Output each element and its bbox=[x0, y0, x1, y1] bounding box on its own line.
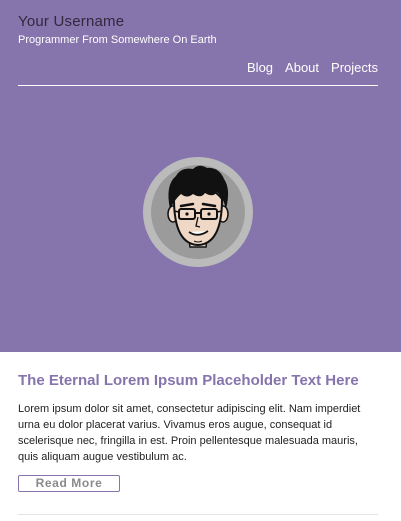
avatar bbox=[143, 157, 253, 267]
post-divider bbox=[18, 514, 378, 515]
nav-item-blog[interactable]: Blog bbox=[247, 60, 273, 75]
nav-item-projects[interactable]: Projects bbox=[331, 60, 378, 75]
nav-divider bbox=[18, 85, 378, 86]
read-more-button[interactable]: Read More bbox=[18, 475, 120, 492]
post-title[interactable]: The Eternal Lorem Ipsum Placeholder Text… bbox=[18, 372, 378, 389]
nav-item-about[interactable]: About bbox=[285, 60, 319, 75]
hero-header: Your Username Programmer From Somewhere … bbox=[0, 0, 401, 352]
avatar-face-icon bbox=[151, 165, 245, 259]
site-title[interactable]: Your Username bbox=[18, 13, 124, 30]
post-excerpt: Lorem ipsum dolor sit amet, consectetur … bbox=[18, 403, 361, 463]
main-nav: Blog About Projects bbox=[247, 60, 378, 75]
post-preview: The Eternal Lorem Ipsum Placeholder Text… bbox=[18, 372, 378, 492]
site-tagline: Programmer From Somewhere On Earth bbox=[18, 34, 217, 46]
